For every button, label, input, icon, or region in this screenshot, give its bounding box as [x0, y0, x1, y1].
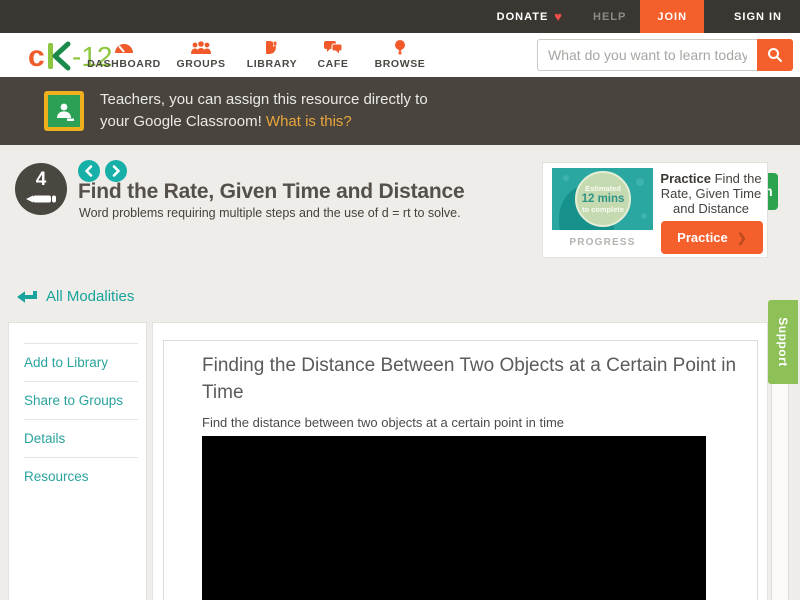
sidebar-item-details[interactable]: Details — [24, 419, 138, 457]
estimated-time-circle: Estimated 12 mins to complete — [575, 171, 631, 227]
lesson-content-card: Finding the Distance Between Two Objects… — [152, 322, 768, 600]
lesson-subtitle: Word problems requiring multiple steps a… — [79, 206, 461, 220]
heart-icon: ♥ — [554, 9, 564, 24]
lesson-title: Find the Rate, Given Time and Distance — [78, 180, 465, 203]
video-player[interactable] — [202, 436, 706, 600]
lesson-number: 4 — [35, 169, 47, 190]
nav-label-cafe: CAFE — [317, 58, 349, 70]
nav-item-groups[interactable]: GROUPS — [168, 39, 234, 70]
nav-item-library[interactable]: LIBRARY — [238, 39, 306, 70]
next-lesson-button[interactable] — [105, 160, 127, 182]
nav-label-dashboard: DASHBOARD — [87, 58, 161, 70]
chevron-right-icon: ❯ — [736, 230, 747, 245]
nav-item-cafe[interactable]: CAFE — [310, 39, 356, 70]
google-classroom-icon — [44, 91, 84, 131]
book-icon — [238, 39, 306, 55]
lesson-sidebar: Add to Library Share to Groups Details R… — [8, 322, 147, 600]
lesson-content-inner: Finding the Distance Between Two Objects… — [163, 340, 758, 600]
practice-widget: Estimated 12 mins to complete PROGRESS P… — [542, 162, 768, 258]
nav-label-browse: BROWSE — [374, 58, 426, 70]
practice-description: Practice Find the Rate, Given Time and D… — [659, 171, 763, 216]
sign-in-button[interactable]: SIGN IN — [734, 0, 782, 33]
lesson-number-badge: 4 — [15, 163, 67, 215]
back-arrow-icon — [17, 290, 37, 303]
banner-line1: Teachers, you can assign this resource d… — [100, 91, 428, 108]
progress-label: PROGRESS — [569, 237, 636, 248]
practice-button-label: Practice — [677, 230, 728, 245]
chevron-left-icon — [85, 165, 93, 177]
practice-bold-label: Practice — [660, 171, 711, 186]
chat-icon — [310, 39, 356, 55]
estimated-label: Estimated — [585, 184, 621, 193]
content-heading: Finding the Distance Between Two Objects… — [202, 355, 737, 403]
banner-text: Teachers, you can assign this resource d… — [100, 89, 428, 133]
gauge-icon — [84, 39, 164, 55]
estimated-complete-label: to complete — [581, 205, 625, 214]
search-bar — [537, 39, 793, 71]
practice-progress-image: Estimated 12 mins to complete — [552, 168, 653, 230]
nav-item-dashboard[interactable]: DASHBOARD — [84, 39, 164, 70]
content-subheading: Find the distance between two objects at… — [202, 415, 565, 430]
practice-button[interactable]: Practice ❯ — [661, 221, 763, 254]
search-icon — [768, 48, 782, 62]
sidebar-item-add-to-library[interactable]: Add to Library — [24, 343, 138, 381]
search-button[interactable] — [757, 39, 793, 71]
support-tab-label: Support — [776, 317, 790, 367]
help-link[interactable]: HELP — [593, 0, 626, 33]
all-modalities-label: All Modalities — [46, 288, 135, 305]
svg-text:c: c — [28, 40, 45, 73]
google-classroom-banner: Teachers, you can assign this resource d… — [0, 77, 800, 210]
sidebar-item-share-to-groups[interactable]: Share to Groups — [24, 381, 138, 419]
banner-line2: your Google Classroom! — [100, 113, 262, 130]
people-icon — [168, 39, 234, 55]
nav-item-browse[interactable]: BROWSE — [368, 39, 432, 70]
nav-label-library: LIBRARY — [246, 58, 298, 70]
donate-link[interactable]: DONATE ♥ — [497, 0, 563, 33]
nav-label-groups: GROUPS — [176, 58, 226, 70]
lightbulb-icon — [368, 39, 432, 55]
previous-lesson-button[interactable] — [78, 160, 100, 182]
estimated-minutes: 12 mins — [581, 193, 625, 205]
support-tab[interactable]: Support — [768, 300, 798, 384]
top-utility-bar: DONATE ♥ HELP JOIN SIGN IN — [0, 0, 800, 33]
pencil-icon — [26, 195, 56, 203]
search-input[interactable] — [537, 39, 757, 71]
donate-label: DONATE — [496, 10, 549, 23]
what-is-this-link[interactable]: What is this? — [266, 113, 352, 130]
main-nav-bar: c -12 DASHBOARD GROUPS LIBRARY CAFE BROW… — [0, 33, 800, 77]
chevron-right-icon — [112, 165, 120, 177]
all-modalities-link[interactable]: All Modalities — [16, 288, 134, 305]
sidebar-item-resources[interactable]: Resources — [24, 457, 138, 495]
join-button[interactable]: JOIN — [640, 0, 705, 33]
